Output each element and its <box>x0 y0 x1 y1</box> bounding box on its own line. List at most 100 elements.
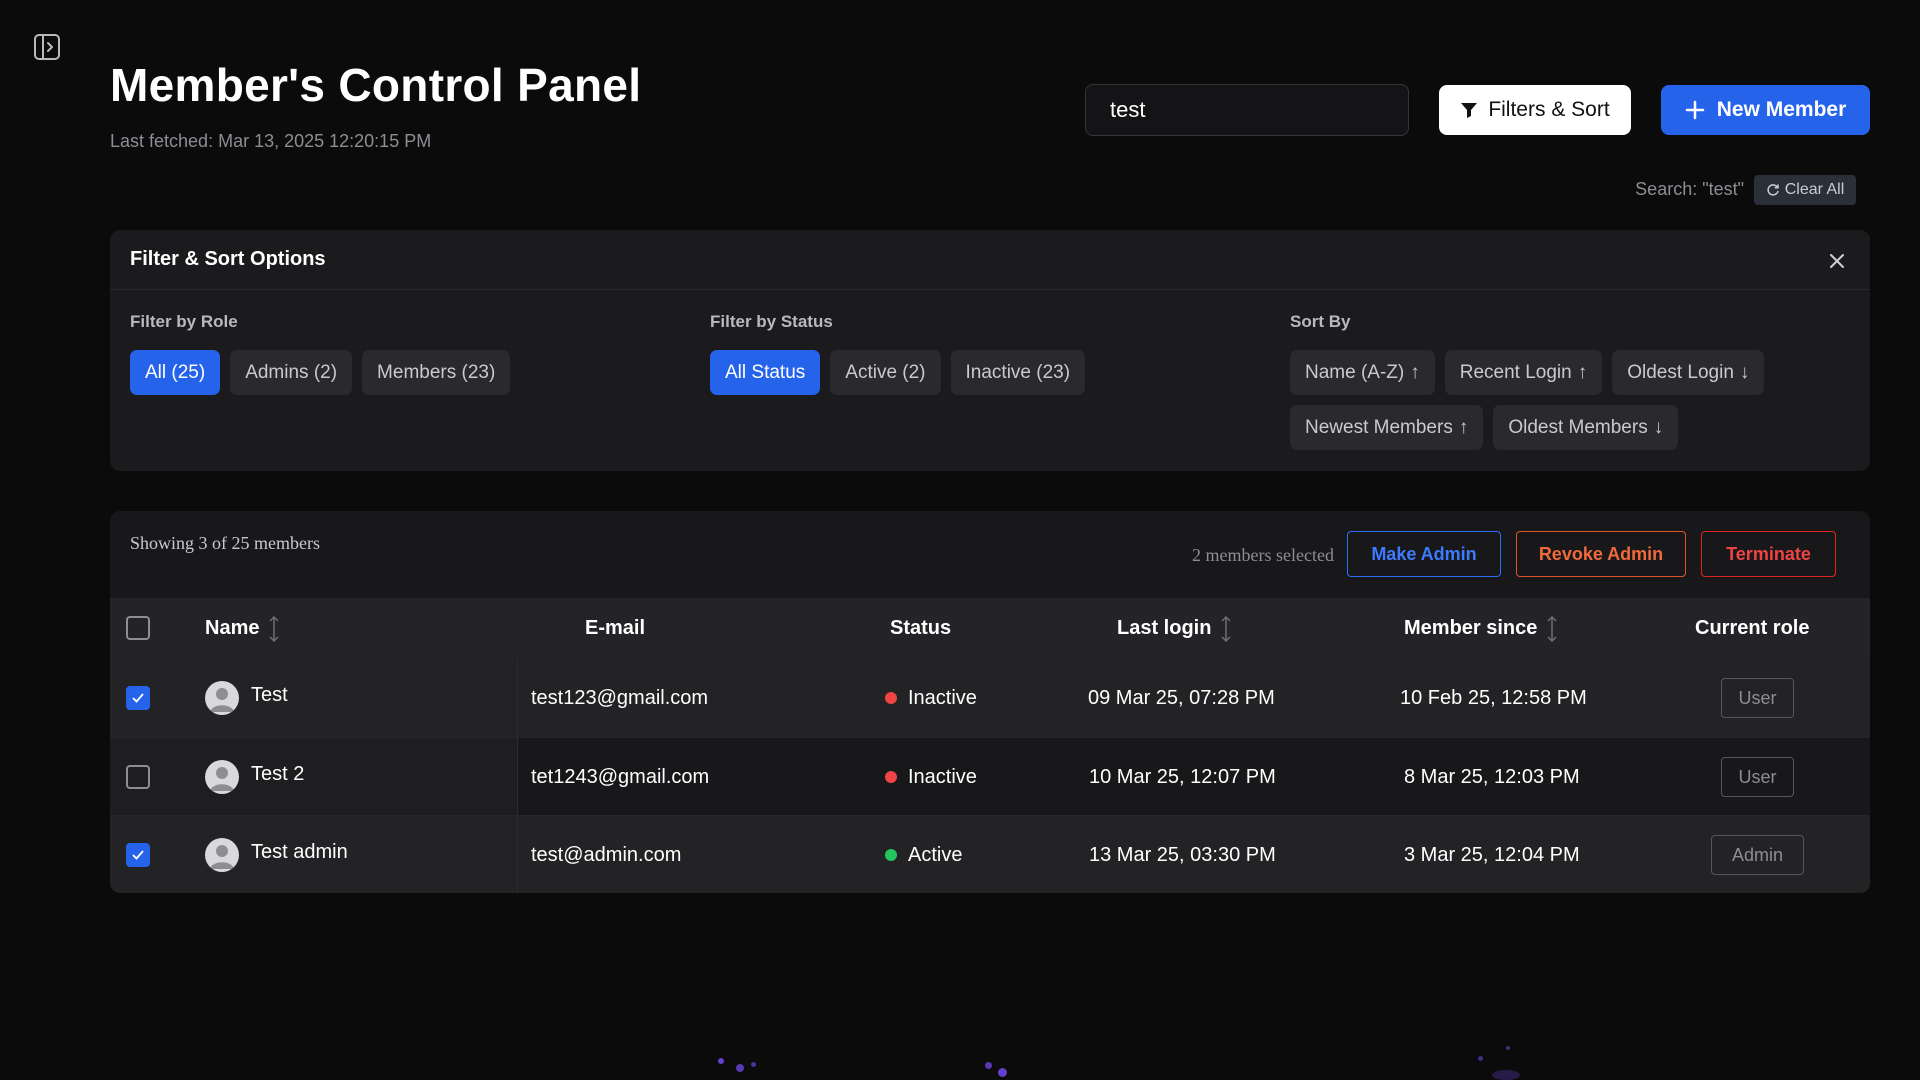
members-page: Member's Control Panel Last fetched: Mar… <box>0 0 1920 1080</box>
sort-chip-oldest-login[interactable]: Oldest Login ↓ <box>1612 350 1765 395</box>
role-filter-group: Filter by Role All (25) Admins (2) Membe… <box>130 312 511 395</box>
column-last-login[interactable]: Last login <box>1117 598 1233 659</box>
search-box <box>1085 84 1409 136</box>
filters-sort-label: Filters & Sort <box>1488 98 1610 121</box>
role-badge[interactable]: Admin <box>1711 835 1804 875</box>
avatar <box>205 760 239 794</box>
new-member-label: New Member <box>1716 98 1847 121</box>
role-chip-members[interactable]: Members (23) <box>362 350 511 395</box>
check-icon <box>132 693 144 703</box>
sort-icon <box>1221 615 1231 642</box>
table-row: Test admin test@admin.com Active 13 Mar … <box>110 815 1870 893</box>
member-last-login: 09 Mar 25, 07:28 PM <box>1088 687 1275 709</box>
filter-panel-title: Filter & Sort Options <box>130 248 326 270</box>
select-all-checkbox[interactable] <box>126 616 150 640</box>
search-input[interactable] <box>1110 97 1398 123</box>
status-chip-inactive[interactable]: Inactive (23) <box>950 350 1086 395</box>
plus-icon <box>1685 100 1704 120</box>
avatar <box>205 681 239 715</box>
column-current-role-label: Current role <box>1695 617 1810 639</box>
column-member-since[interactable]: Member since <box>1404 598 1559 659</box>
column-name[interactable]: Name <box>205 598 281 659</box>
sort-group: Sort By Name (A-Z) ↑ Recent Login ↑ Olde… <box>1290 312 1810 450</box>
avatar <box>205 838 239 872</box>
make-admin-button[interactable]: Make Admin <box>1347 531 1501 577</box>
sort-chip-recent-login[interactable]: Recent Login ↑ <box>1444 350 1603 395</box>
status-filter-title: Filter by Status <box>710 312 833 331</box>
member-since: 3 Mar 25, 12:04 PM <box>1404 844 1580 866</box>
terminate-button[interactable]: Terminate <box>1701 531 1836 577</box>
role-chip-all[interactable]: All (25) <box>130 350 221 395</box>
member-status: Inactive <box>908 687 977 709</box>
arrow-up-icon: ↑ <box>1410 361 1420 383</box>
table-row: Test 2 tet1243@gmail.com Inactive 10 Mar… <box>110 737 1870 816</box>
arrow-down-icon: ↓ <box>1739 361 1750 383</box>
decorative-particle <box>718 1058 724 1064</box>
role-chip-admins[interactable]: Admins (2) <box>230 350 353 395</box>
sidebar-toggle-icon <box>34 34 60 60</box>
sort-chip-newest-members[interactable]: Newest Members ↑ <box>1290 405 1484 450</box>
check-icon <box>132 850 144 860</box>
sort-chip-name[interactable]: Name (A-Z) ↑ <box>1290 350 1435 395</box>
row-checkbox[interactable] <box>126 765 150 789</box>
members-table-card: Showing 3 of 25 members 2 members select… <box>110 511 1870 893</box>
decorative-particle <box>998 1068 1007 1077</box>
filters-sort-button[interactable]: Filters & Sort <box>1439 85 1631 135</box>
status-chip-active[interactable]: Active (2) <box>830 350 941 395</box>
column-email: E-mail <box>585 598 645 659</box>
status-dot <box>885 771 897 783</box>
member-email: test@admin.com <box>531 844 682 866</box>
status-filter-group: Filter by Status All Status Active (2) I… <box>710 312 1086 395</box>
sort-chip-label: Recent Login <box>1459 361 1572 383</box>
row-checkbox[interactable] <box>126 686 150 710</box>
selected-count: 2 members selected <box>1192 545 1334 565</box>
sort-chip-oldest-members[interactable]: Oldest Members ↓ <box>1493 405 1679 450</box>
decorative-particle <box>751 1062 756 1067</box>
role-badge[interactable]: User <box>1721 757 1794 797</box>
sort-icon <box>269 615 280 642</box>
role-filter-title: Filter by Role <box>130 312 238 331</box>
revoke-admin-button[interactable]: Revoke Admin <box>1516 531 1686 577</box>
sort-title: Sort By <box>1290 312 1351 331</box>
role-badge[interactable]: User <box>1721 678 1794 718</box>
table-header: Name E-mail Status Last login Member sin… <box>110 598 1870 659</box>
filter-panel-header: Filter & Sort Options <box>110 230 1870 290</box>
clear-all-label: Clear All <box>1784 181 1845 198</box>
status-dot <box>885 849 897 861</box>
column-current-role: Current role <box>1695 598 1809 659</box>
arrow-up-icon: ↑ <box>1577 361 1588 383</box>
page-title: Member's Control Panel <box>110 59 642 111</box>
column-status: Status <box>890 598 951 659</box>
column-email-label: E-mail <box>585 617 646 639</box>
arrow-down-icon: ↓ <box>1653 416 1664 438</box>
column-member-since-label: Member since <box>1404 617 1538 639</box>
close-icon[interactable] <box>1826 250 1848 272</box>
filter-sort-panel: Filter & Sort Options Filter by Role All… <box>110 230 1870 471</box>
member-email: tet1243@gmail.com <box>531 766 710 788</box>
member-status: Active <box>908 844 963 866</box>
sort-chip-label: Oldest Login <box>1627 361 1734 383</box>
column-last-login-label: Last login <box>1117 617 1212 639</box>
filter-icon <box>1461 103 1478 118</box>
sidebar-toggle-button[interactable] <box>32 32 62 62</box>
refresh-icon <box>1767 184 1779 196</box>
member-last-login: 10 Mar 25, 12:07 PM <box>1089 766 1276 788</box>
clear-all-button[interactable]: Clear All <box>1754 175 1856 205</box>
member-since: 10 Feb 25, 12:58 PM <box>1400 687 1587 709</box>
arrow-up-icon: ↑ <box>1458 416 1469 438</box>
column-name-label: Name <box>205 617 260 639</box>
decorative-particle <box>1478 1056 1483 1061</box>
decorative-particle <box>1492 1070 1520 1080</box>
decorative-particle <box>985 1062 992 1069</box>
table-row: Test test123@gmail.com Inactive 09 Mar 2… <box>110 659 1870 737</box>
sort-chip-label: Newest Members <box>1305 416 1453 438</box>
last-fetched-timestamp: Last fetched: Mar 13, 2025 12:20:15 PM <box>110 131 432 151</box>
member-last-login: 13 Mar 25, 03:30 PM <box>1089 844 1276 866</box>
sort-chip-label: Oldest Members <box>1508 416 1648 438</box>
row-checkbox[interactable] <box>126 843 150 867</box>
status-chip-all[interactable]: All Status <box>710 350 821 395</box>
new-member-button[interactable]: New Member <box>1661 85 1870 135</box>
status-dot <box>885 692 897 704</box>
sort-chip-label: Name (A-Z) <box>1305 361 1405 383</box>
column-status-label: Status <box>890 617 952 639</box>
